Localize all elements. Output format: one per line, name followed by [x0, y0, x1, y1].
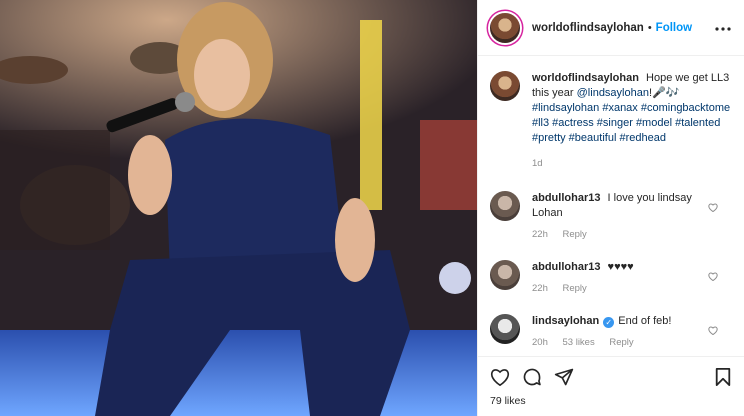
- more-options-icon[interactable]: [714, 19, 732, 37]
- comment-avatar[interactable]: [490, 314, 520, 344]
- comments-list[interactable]: worldoflindsaylohan Hope we get LL3 this…: [478, 57, 744, 356]
- caption: worldoflindsaylohan Hope we get LL3 this…: [490, 71, 732, 171]
- action-bar: 79 likes: [478, 356, 744, 416]
- instagram-post: worldoflindsaylohan • Follow worldoflind…: [0, 0, 744, 416]
- caption-avatar[interactable]: [490, 71, 520, 101]
- comment-time[interactable]: 22h: [532, 229, 548, 240]
- follow-button[interactable]: Follow: [656, 22, 692, 34]
- heart-small-icon[interactable]: [708, 326, 718, 337]
- heart-small-icon[interactable]: [708, 272, 718, 283]
- author-username[interactable]: worldoflindsaylohan: [532, 22, 644, 34]
- comment-time[interactable]: 22h: [532, 283, 548, 294]
- heart-small-icon[interactable]: [708, 203, 718, 214]
- post-header: worldoflindsaylohan • Follow: [478, 0, 744, 56]
- caption-time[interactable]: 1d: [532, 158, 543, 169]
- reply-button[interactable]: Reply: [563, 283, 587, 294]
- comment-likes[interactable]: 53 likes: [563, 337, 595, 348]
- comment-avatar[interactable]: [490, 191, 520, 221]
- caption-hashtags[interactable]: #lindsaylohan #xanax #comingbacktome #ll…: [532, 102, 730, 144]
- comment-text: End of feb!: [618, 315, 672, 327]
- comment-item: abdullohar13 ♥♥♥♥ 22h Reply: [490, 260, 732, 296]
- post-photo[interactable]: [0, 0, 477, 416]
- reply-button[interactable]: Reply: [563, 229, 587, 240]
- share-icon[interactable]: [554, 367, 574, 387]
- caption-username[interactable]: worldoflindsaylohan: [532, 72, 639, 84]
- comment-text: ♥♥♥♥: [607, 261, 634, 273]
- comment-avatar[interactable]: [490, 260, 520, 290]
- verified-icon: ✓: [603, 317, 615, 328]
- comment-item: abdullohar13 I love you lindsay Lohan 22…: [490, 191, 732, 242]
- likes-count[interactable]: 79 likes: [490, 395, 732, 407]
- author-avatar[interactable]: [490, 12, 520, 43]
- comment-username[interactable]: abdullohar13: [532, 261, 600, 273]
- caption-emoji: !🎤🎶: [648, 87, 680, 99]
- comment-time[interactable]: 20h: [532, 337, 548, 348]
- separator-dot: •: [647, 21, 652, 34]
- concert-photo-illustration: [0, 0, 477, 416]
- comment-username[interactable]: abdullohar13: [532, 192, 600, 204]
- post-sidebar: worldoflindsaylohan • Follow worldoflind…: [477, 0, 744, 416]
- like-icon[interactable]: [490, 368, 510, 386]
- comment-icon[interactable]: [522, 367, 542, 387]
- save-icon[interactable]: [714, 367, 732, 387]
- comment-username[interactable]: lindsaylohan: [532, 315, 599, 327]
- reply-button[interactable]: Reply: [609, 337, 633, 348]
- caption-mention[interactable]: @lindsaylohan: [577, 87, 649, 99]
- comment-item: lindsaylohan ✓ End of feb! 20h 53 likes Re…: [490, 314, 732, 350]
